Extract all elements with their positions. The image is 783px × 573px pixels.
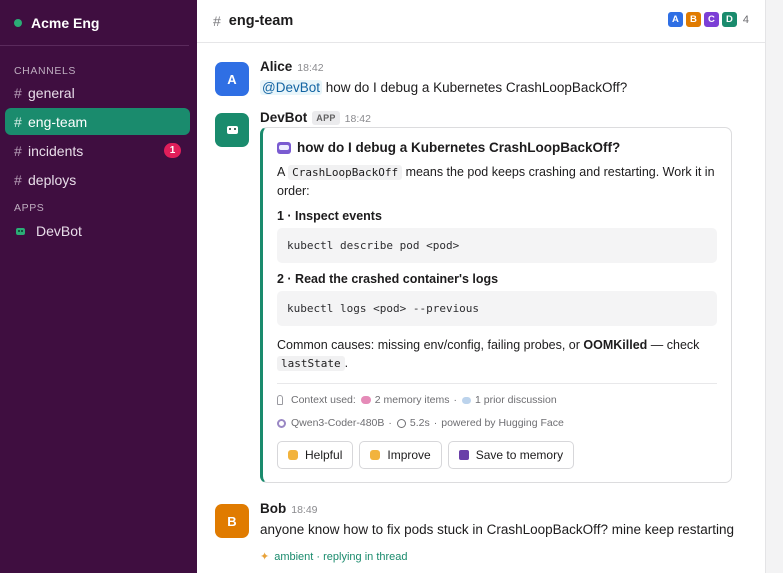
intro-text: A <box>277 165 289 179</box>
code-block[interactable]: kubectl describe pod <pod> <box>277 228 717 263</box>
card-actions: Helpful Improve Save to memory <box>277 441 717 469</box>
member-avatar: C <box>702 11 720 28</box>
bot-icon <box>226 126 238 134</box>
avatar[interactable] <box>215 113 249 147</box>
hash-icon: # <box>213 13 221 29</box>
save-to-memory-button[interactable]: Save to memory <box>447 441 575 469</box>
gear-icon <box>277 418 286 428</box>
app-tag: APP <box>312 111 340 125</box>
apps-heading: APPS <box>14 202 45 214</box>
context-discussion[interactable]: 1 prior discussion <box>475 394 557 406</box>
inline-code: CrashLoopBackOff <box>288 165 403 180</box>
pin-icon <box>277 395 283 405</box>
message-time[interactable]: 18:42 <box>345 113 371 125</box>
context-memory[interactable]: 2 memory items <box>375 394 450 406</box>
workspace-header[interactable]: Acme Eng <box>0 0 189 46</box>
hash-icon: # <box>14 113 22 130</box>
ambient-status[interactable]: ✦ ambient · replying in thread <box>260 550 408 564</box>
message-text: anyone know how to fix pods stuck in Cra… <box>260 522 735 537</box>
causes-text: Common causes: missing env/config, faili… <box>277 338 584 352</box>
message-author[interactable]: Alice <box>260 59 292 74</box>
card-meta: Context used: 2 memory items · 1 prior d… <box>277 383 717 431</box>
thumbs-down-icon <box>370 450 381 460</box>
message-time[interactable]: 18:49 <box>291 504 317 516</box>
inline-code: lastState <box>277 356 345 371</box>
hash-icon: # <box>14 171 22 188</box>
model-name: Qwen3-Coder-480B <box>291 417 385 429</box>
channel-view: # eng-team A B C D 4 A Alice 18:42 @DevBo… <box>197 0 765 573</box>
causes-text: . <box>344 356 349 370</box>
robot-icon <box>277 141 291 154</box>
member-avatar: D <box>720 11 738 28</box>
sidebar-item-label: general <box>28 84 75 101</box>
step-title: 2 · Read the crashed container's logs <box>277 272 499 286</box>
improve-button[interactable]: Improve <box>359 441 442 469</box>
button-label: Save to memory <box>475 448 564 462</box>
brain-icon <box>360 396 371 404</box>
message-time[interactable]: 18:42 <box>297 62 323 74</box>
unread-badge: 1 <box>164 143 181 158</box>
code-block[interactable]: kubectl logs <pod> --previous <box>277 291 717 326</box>
context-label: Context used: <box>291 394 356 406</box>
mention-link[interactable]: @DevBot <box>260 80 322 95</box>
thumbs-up-icon <box>288 450 298 460</box>
meta-separator: · <box>453 394 457 406</box>
avatar[interactable]: A <box>215 62 249 96</box>
sidebar-item-devbot[interactable]: DevBot <box>5 218 190 244</box>
latency: 5.2s <box>409 417 430 429</box>
channel-title[interactable]: eng-team <box>229 13 293 29</box>
ambient-label: ambient · replying in thread <box>274 550 408 563</box>
card-causes: Common causes: missing env/config, faili… <box>277 336 717 373</box>
speech-bubble-icon <box>461 396 471 404</box>
sidebar-item-eng-team[interactable]: # eng-team <box>5 108 190 135</box>
members-button[interactable]: A B C D 4 <box>666 11 749 28</box>
message-author[interactable]: DevBot <box>260 110 307 125</box>
card-intro: A CrashLoopBackOff means the pod keeps c… <box>277 163 717 200</box>
sidebar-item-label: deploys <box>28 171 77 188</box>
sidebar-item-label: DevBot <box>36 223 82 239</box>
timer-icon <box>396 418 406 428</box>
sidebar-item-incidents[interactable]: # incidents 1 <box>5 137 190 164</box>
message-author[interactable]: Bob <box>260 501 286 516</box>
channel-header: # eng-team A B C D 4 <box>197 0 765 43</box>
button-label: Improve <box>387 448 431 462</box>
causes-bold: OOMKilled <box>583 338 648 352</box>
member-count: 4 <box>742 13 749 26</box>
card-title: how do I debug a Kubernetes CrashLoopBac… <box>297 140 621 155</box>
message-text: how do I debug a Kubernetes CrashLoopBac… <box>325 80 628 95</box>
sidebar: Acme Eng CHANNELS # general # eng-team #… <box>0 0 197 573</box>
right-rail <box>765 0 783 573</box>
floppy-disk-icon <box>458 450 469 460</box>
hash-icon: # <box>14 142 22 159</box>
hash-icon: # <box>14 84 22 101</box>
member-avatar: B <box>684 11 702 28</box>
step-title: 1 · Inspect events <box>277 209 382 223</box>
channels-heading: CHANNELS <box>14 65 76 77</box>
sidebar-item-label: incidents <box>28 142 84 159</box>
causes-text: — check <box>647 338 700 352</box>
powered-by: powered by Hugging Face <box>441 417 564 429</box>
meta-separator: · <box>388 417 392 429</box>
workspace-name: Acme Eng <box>31 14 100 31</box>
sidebar-item-label: eng-team <box>28 113 88 130</box>
button-label: Helpful <box>305 448 343 462</box>
meta-separator: · <box>433 417 438 429</box>
avatar[interactable]: B <box>215 504 249 538</box>
sidebar-item-general[interactable]: # general <box>5 79 190 106</box>
status-dot-icon <box>14 18 22 27</box>
helpful-button[interactable]: Helpful <box>277 441 354 469</box>
member-avatar: A <box>666 11 684 28</box>
sidebar-item-deploys[interactable]: # deploys <box>5 166 190 193</box>
bot-icon <box>16 227 25 235</box>
sparkle-icon: ✦ <box>260 551 270 563</box>
bot-answer-card: how do I debug a Kubernetes CrashLoopBac… <box>260 127 732 483</box>
